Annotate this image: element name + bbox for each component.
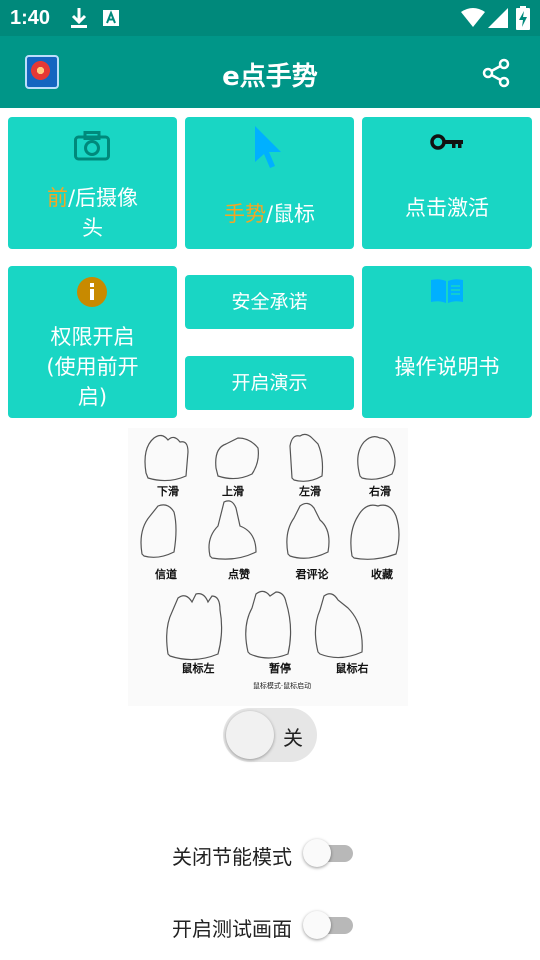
gesture-accent-text: 手势	[223, 202, 266, 226]
gesture-label-swipe-up: 上滑	[222, 484, 244, 498]
gesture-label-pause: 暂停	[269, 661, 291, 675]
activate-label: 点击激活	[405, 196, 489, 220]
permission-button[interactable]: 权限开启 (使用前开 启)	[8, 266, 177, 418]
download-icon	[71, 8, 87, 28]
cursor-arrow-icon	[255, 126, 281, 168]
signal-icon	[488, 8, 508, 28]
gesture-label-swipe-down: 下滑	[157, 484, 179, 498]
share-icon[interactable]	[480, 57, 512, 89]
gesture-mouse-button[interactable]: 手势/鼠标	[185, 117, 354, 249]
start-demo-button[interactable]: 开启演示	[185, 356, 354, 410]
permission-label-line3: 启)	[77, 385, 108, 409]
test-screen-knob	[303, 911, 331, 939]
gesture-tile-label: 手势/鼠标	[185, 199, 354, 229]
power-saving-knob	[303, 839, 331, 867]
gesture-label-rest: /鼠标	[265, 202, 316, 226]
safety-label: 安全承诺	[231, 291, 308, 313]
camera-icon	[74, 131, 110, 161]
key-icon	[430, 134, 463, 150]
power-saving-label: 关闭节能模式	[172, 845, 292, 869]
gesture-label-swipe-right: 右滑	[368, 484, 391, 498]
gesture-label-comment: 君评论	[296, 567, 330, 581]
gesture-label-like: 点赞	[228, 567, 250, 581]
permission-tile-label: 权限开启 (使用前开 启)	[8, 322, 177, 412]
safety-promise-button[interactable]: 安全承诺	[185, 275, 354, 329]
gesture-guide-image: 下滑 上滑 左滑 右滑 信道 点赞 君评论 收藏 鼠标左 暂停 鼠标右 鼠标模式…	[128, 428, 408, 706]
test-screen-toggle[interactable]	[303, 910, 355, 940]
manual-label: 操作说明书	[394, 355, 500, 379]
permission-label-line1: 权限开启	[50, 325, 135, 349]
book-icon	[431, 279, 463, 303]
status-time: 1:40	[10, 7, 51, 29]
app-bar: e点手势	[0, 36, 540, 108]
gesture-label-swipe-left: 左滑	[298, 484, 321, 498]
main-toggle-knob	[226, 711, 274, 759]
manual-button[interactable]: 操作说明书	[362, 266, 532, 418]
test-screen-label: 开启测试画面	[172, 917, 292, 941]
font-accessibility-icon	[103, 10, 119, 26]
status-bar: 1:40	[0, 0, 540, 36]
main-toggle-switch[interactable]: 关	[223, 708, 317, 762]
camera-label-line1: /后摄像	[67, 186, 139, 210]
info-icon	[77, 277, 107, 307]
battery-charging-icon	[516, 6, 530, 30]
power-saving-toggle[interactable]	[303, 838, 355, 868]
camera-switch-button[interactable]: 前/后摄像 头	[8, 117, 177, 249]
gesture-label-favorite: 收藏	[371, 567, 393, 581]
app-title: e点手势	[222, 62, 318, 92]
permission-label-line2: (使用前开	[46, 355, 139, 379]
camera-accent-text: 前	[46, 186, 68, 210]
gesture-label-mouse-right: 鼠标右	[336, 661, 369, 675]
demo-label: 开启演示	[231, 372, 308, 394]
activate-button[interactable]: 点击激活	[362, 117, 532, 249]
camera-tile-label: 前/后摄像 头	[8, 183, 177, 243]
gesture-label-channel: 信道	[155, 567, 177, 581]
main-toggle-label: 关	[283, 726, 303, 750]
gesture-caption: 鼠标模式·鼠标启动	[253, 681, 311, 690]
gesture-label-mouse-left: 鼠标左	[182, 661, 215, 675]
camera-label-line2: 头	[82, 216, 103, 240]
wifi-icon	[461, 8, 485, 27]
